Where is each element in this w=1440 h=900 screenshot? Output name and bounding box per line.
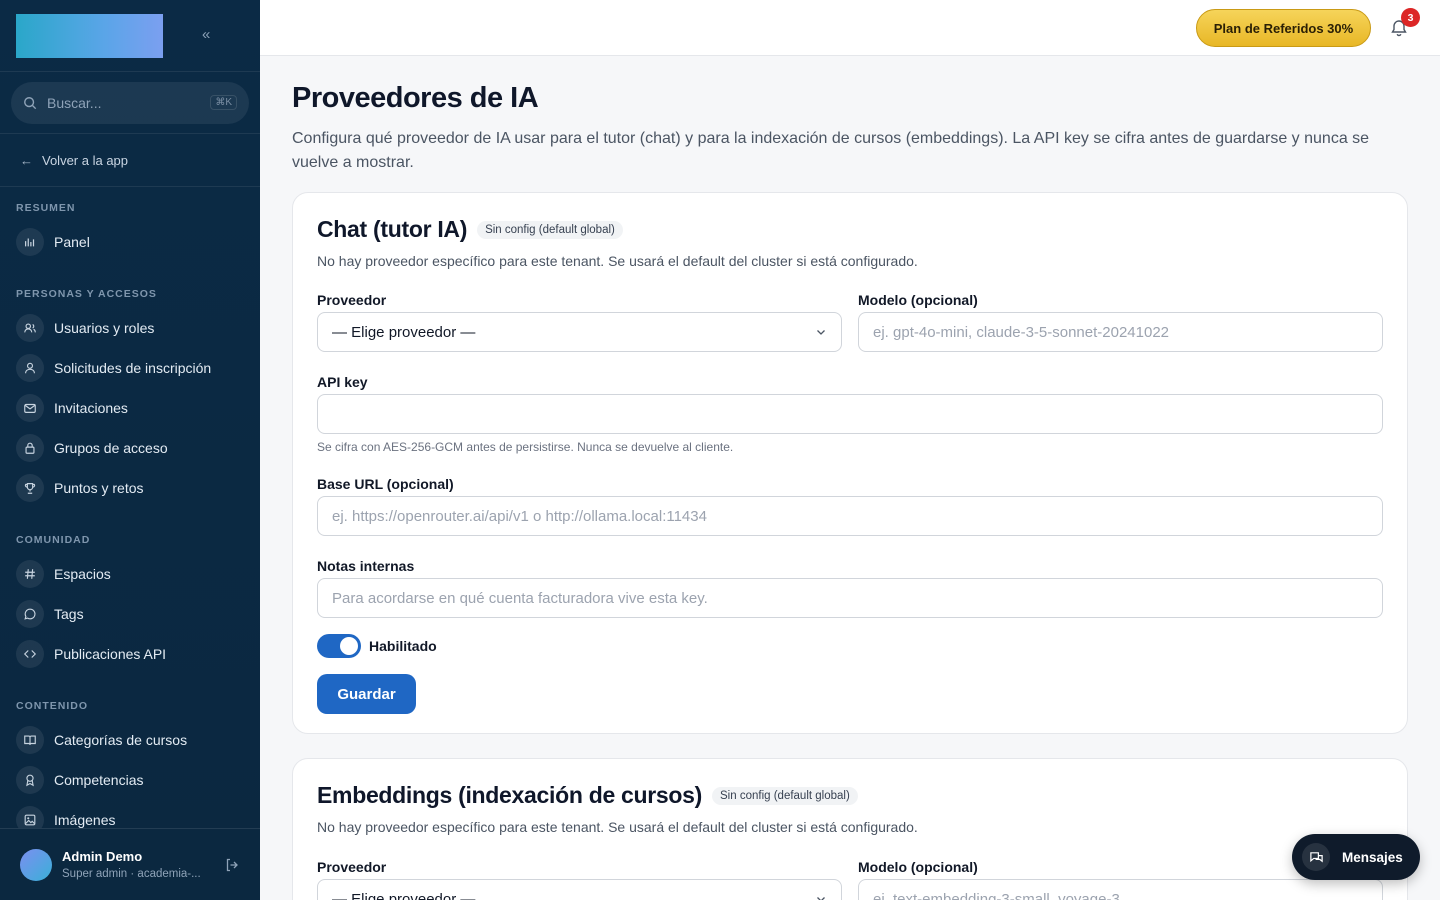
card-title: Embeddings (indexación de cursos) (317, 782, 703, 808)
sidebar-item-label: Invitaciones (54, 400, 128, 416)
toggle-knob (340, 637, 358, 655)
card-subtitle: No hay proveedor específico para este te… (317, 253, 918, 269)
baseurl-placeholder: ej. https://openrouter.ai/api/v1 o http:… (332, 507, 707, 525)
sidebar-header: « (0, 0, 260, 72)
sidebar-item-label: Grupos de acceso (54, 440, 168, 456)
embeddings-provider-card: Embeddings (indexación de cursos) Sin co… (292, 758, 1408, 900)
messages-icon (1302, 843, 1330, 871)
status-badge: Sin config (default global) (477, 220, 623, 239)
lock-icon (16, 434, 44, 462)
code-icon (16, 640, 44, 668)
apikey-input[interactable] (317, 394, 1383, 434)
sidebar-item-categorias[interactable]: Categorías de cursos (0, 720, 260, 760)
app-logo[interactable] (16, 13, 163, 58)
page-description: Configura qué proveedor de IA usar para … (292, 130, 1370, 171)
sidebar-item-label: Categorías de cursos (54, 732, 188, 748)
search-shortcut: ⌘K (210, 95, 237, 110)
model-placeholder: ej. text-embedding-3-small, voyage-3 (873, 890, 1120, 900)
award-icon (16, 766, 44, 794)
sidebar-item-puntos[interactable]: Puntos y retos (0, 468, 260, 508)
provider-select-value: — Elige proveedor — (332, 890, 476, 900)
notes-label: Notas internas (317, 558, 415, 574)
messages-button[interactable]: Mensajes (1292, 834, 1420, 880)
status-badge: Sin config (default global) (712, 786, 858, 805)
apikey-label: API key (317, 374, 368, 390)
sidebar-item-label: Puntos y retos (54, 480, 144, 496)
provider-label: Proveedor (317, 859, 387, 875)
section-title-personas: PERSONAS Y ACCESOS (16, 288, 157, 300)
notes-input[interactable]: Para acordarse en qué cuenta facturadora… (317, 578, 1383, 618)
section-title-contenido: CONTENIDO (16, 700, 88, 712)
sidebar-item-panel[interactable]: Panel (0, 222, 260, 262)
sidebar-item-label: Solicitudes de inscripción (54, 360, 212, 376)
sidebar-item-label: Tags (54, 606, 84, 622)
enabled-toggle[interactable] (317, 634, 361, 658)
sidebar-item-label: Panel (54, 234, 90, 250)
sidebar-item-invitaciones[interactable]: Invitaciones (0, 388, 260, 428)
section-title-comunidad: COMUNIDAD (16, 534, 91, 546)
chart-icon (16, 228, 44, 256)
baseurl-label: Base URL (opcional) (317, 476, 454, 492)
sidebar-item-solicitudes[interactable]: Solicitudes de inscripción (0, 348, 260, 388)
sidebar-item-label: Imágenes (54, 812, 116, 828)
model-input[interactable]: ej. gpt-4o-mini, claude-3-5-sonnet-20241… (858, 312, 1383, 352)
sidebar-user-card[interactable]: Admin Demo Super admin · academia-... (0, 828, 260, 900)
page-title: Proveedores de IA (292, 82, 539, 114)
chat-provider-card: Chat (tutor IA) Sin config (default glob… (292, 192, 1408, 734)
back-to-app-label: Volver a la app (42, 152, 129, 168)
embeddings-model-input[interactable]: ej. text-embedding-3-small, voyage-3 (858, 879, 1383, 900)
top-bar: Plan de Referidos 30% 3 (260, 0, 1440, 56)
book-icon (16, 726, 44, 754)
user-icon (16, 354, 44, 382)
main-content: Proveedores de IA Configura qué proveedo… (292, 56, 1408, 900)
chevron-down-icon (817, 330, 825, 335)
card-subtitle: No hay proveedor específico para este te… (317, 819, 918, 835)
mail-icon (16, 394, 44, 422)
collapse-sidebar-icon[interactable]: « (202, 26, 210, 43)
sidebar-item-label: Espacios (54, 566, 111, 582)
provider-select-value: — Elige proveedor — (332, 323, 476, 341)
embeddings-provider-select[interactable]: — Elige proveedor — (317, 879, 842, 900)
model-label: Modelo (opcional) (858, 292, 978, 308)
sidebar-item-competencias[interactable]: Competencias (0, 760, 260, 800)
sidebar-item-espacios[interactable]: Espacios (0, 554, 260, 594)
avatar (20, 848, 52, 881)
sidebar-item-label: Publicaciones API (54, 646, 167, 662)
baseurl-input[interactable]: ej. https://openrouter.ai/api/v1 o http:… (317, 496, 1383, 536)
sidebar-item-label: Usuarios y roles (54, 320, 155, 336)
users-icon (16, 314, 44, 342)
enabled-label: Habilitado (369, 638, 437, 654)
arrow-left-icon: ← (20, 152, 33, 168)
provider-select[interactable]: — Elige proveedor — (317, 312, 842, 352)
sidebar: « Buscar... ⌘K ← Volver a la app RESUMEN… (0, 0, 260, 900)
save-button[interactable]: Guardar (317, 674, 416, 714)
messages-label: Mensajes (1342, 849, 1403, 865)
chat-icon (16, 600, 44, 628)
card-title: Chat (tutor IA) (317, 216, 468, 242)
sidebar-item-usuarios[interactable]: Usuarios y roles (0, 308, 260, 348)
user-name: Admin Demo (62, 849, 143, 864)
user-role: Super admin · academia-... (62, 868, 201, 880)
trophy-icon (16, 474, 44, 502)
back-to-app-link[interactable]: ← Volver a la app (0, 134, 260, 187)
hash-icon (16, 560, 44, 588)
section-title-resumen: RESUMEN (16, 202, 76, 214)
sidebar-item-grupos[interactable]: Grupos de acceso (0, 428, 260, 468)
referral-plan-button[interactable]: Plan de Referidos 30% (1196, 9, 1371, 47)
provider-label: Proveedor (317, 292, 387, 308)
search-icon (24, 96, 37, 109)
sidebar-item-label: Competencias (54, 772, 144, 788)
apikey-hint: Se cifra con AES-256-GCM antes de persis… (317, 440, 734, 454)
notification-count-badge: 3 (1401, 8, 1420, 27)
sidebar-item-tags[interactable]: Tags (0, 594, 260, 634)
sidebar-search-input[interactable]: Buscar... ⌘K (11, 81, 249, 124)
logout-icon[interactable] (224, 857, 240, 873)
search-placeholder: Buscar... (47, 94, 102, 111)
chevron-down-icon (817, 897, 825, 900)
notes-placeholder: Para acordarse en qué cuenta facturadora… (332, 589, 708, 607)
sidebar-item-publicaciones-api[interactable]: Publicaciones API (0, 634, 260, 674)
model-placeholder: ej. gpt-4o-mini, claude-3-5-sonnet-20241… (873, 323, 1170, 341)
